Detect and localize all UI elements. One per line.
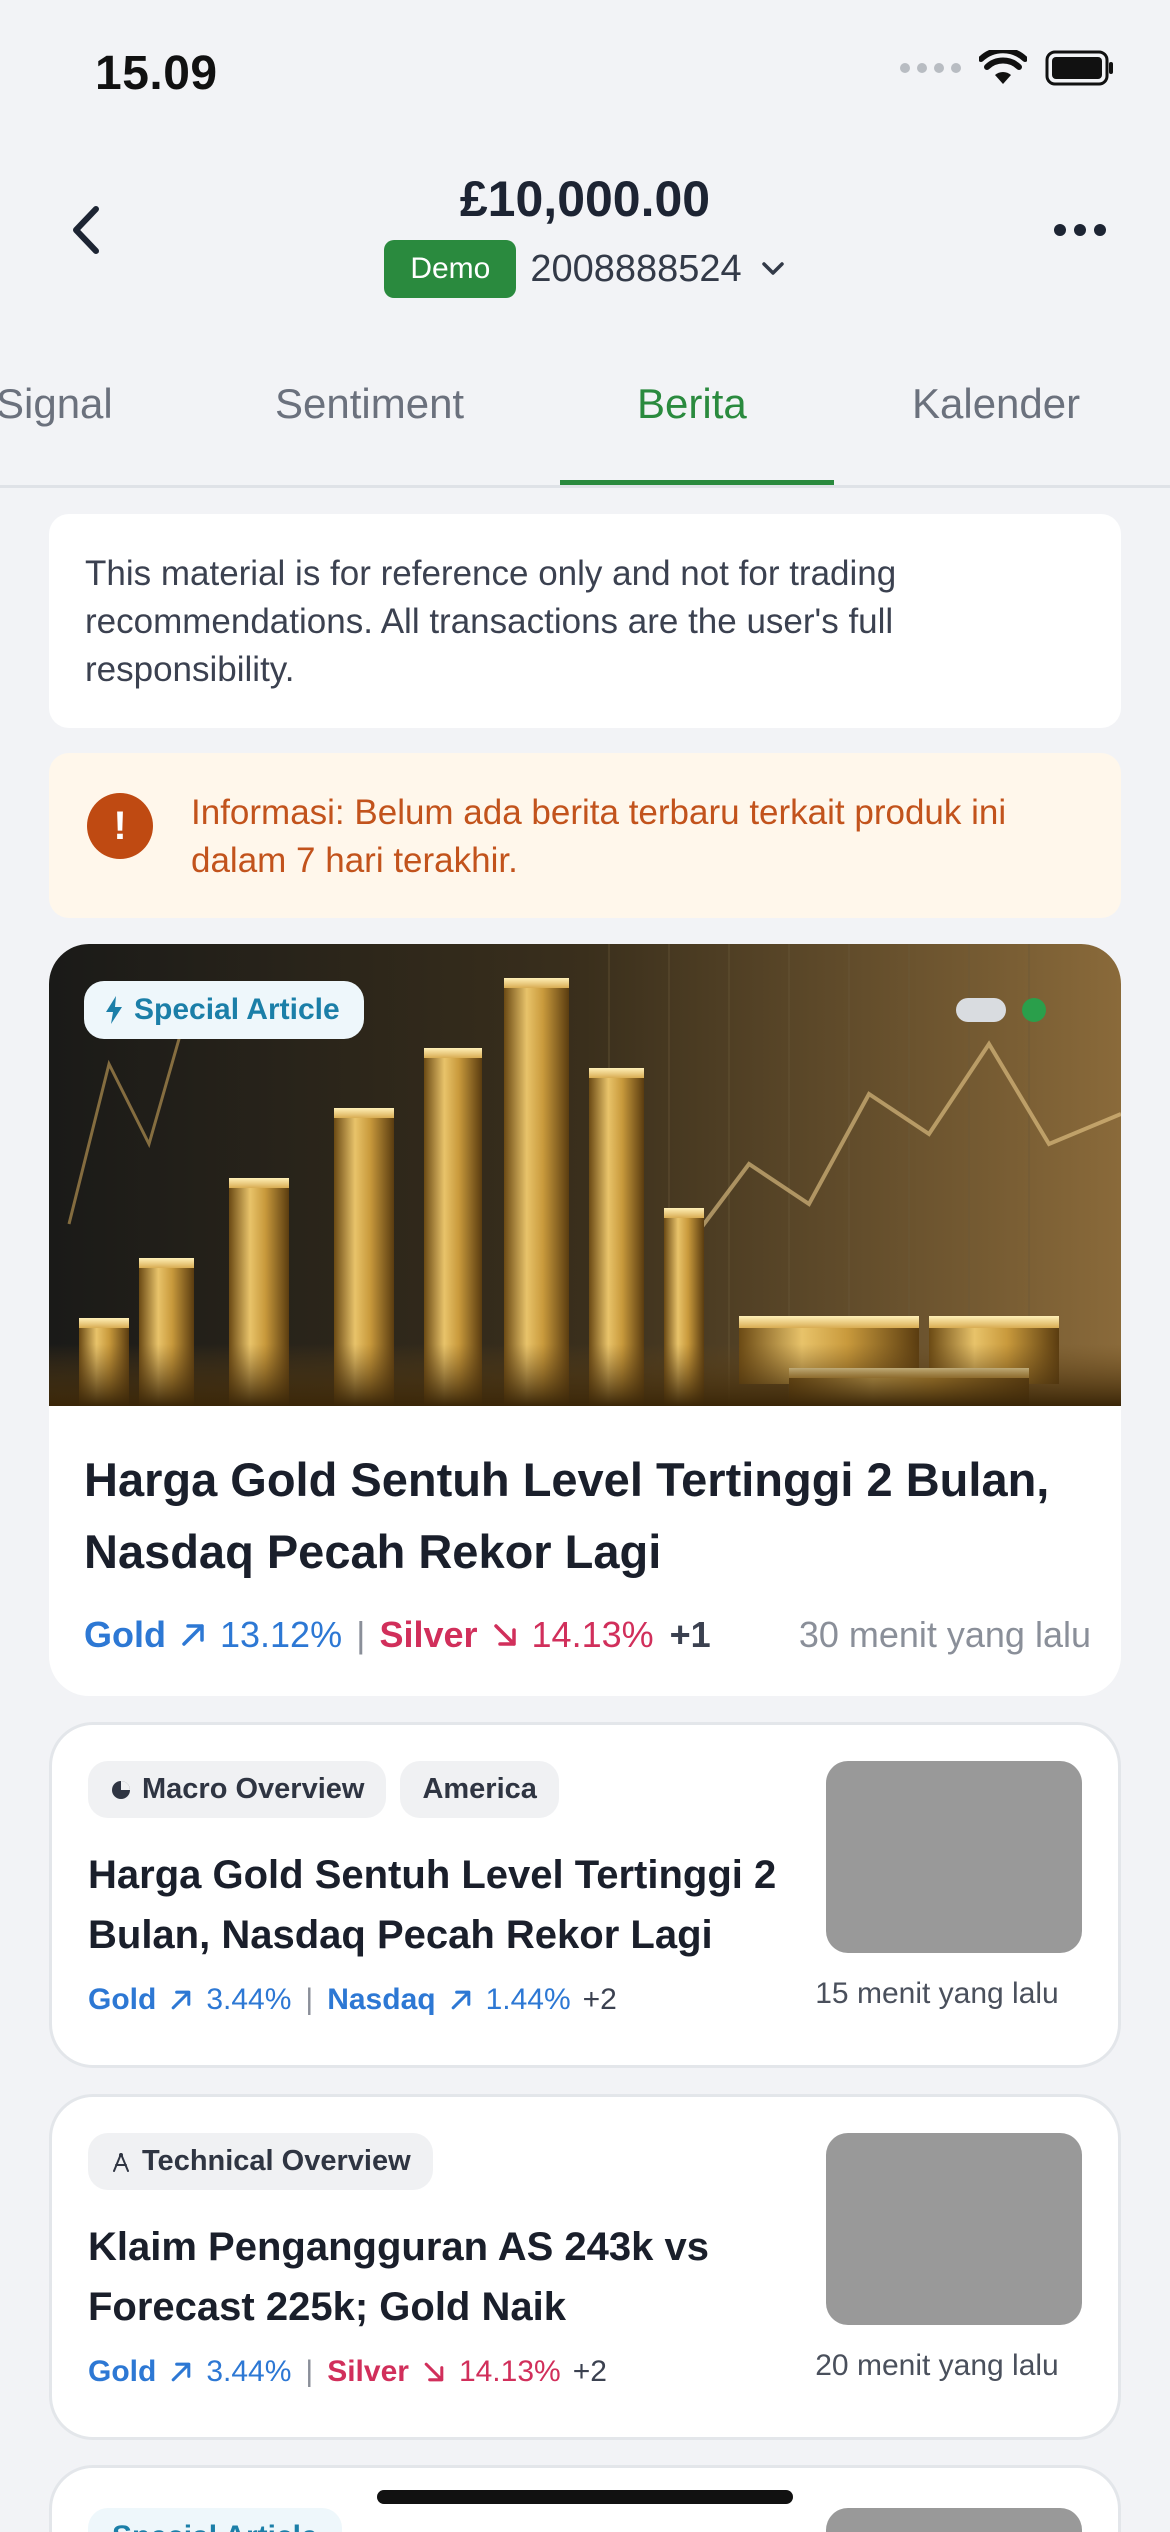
featured-article-card[interactable]: Special Article Harga Gold Sentuh Level … <box>49 944 1121 1696</box>
carousel-dot[interactable] <box>956 998 1006 1022</box>
ticker-name[interactable]: Gold <box>88 1983 156 2017</box>
cellular-signal-icon <box>900 63 961 73</box>
article-ticker-row: Gold 3.44% | Silver 14.13% +2 <box>88 2355 607 2389</box>
arrow-down-right-icon <box>421 2359 447 2385</box>
article-tags: Macro Overview America <box>88 1761 559 1818</box>
ticker-change: 3.44% <box>206 2355 292 2388</box>
tag-label: America <box>422 1773 537 1805</box>
status-icons <box>900 50 1115 86</box>
arrow-down-right-icon <box>490 1620 520 1650</box>
lightning-icon <box>106 996 122 1024</box>
tab-kalender[interactable]: Kalender <box>912 380 1080 428</box>
tag-label: Technical Overview <box>142 2145 411 2177</box>
ticker-name[interactable]: Gold <box>88 2355 156 2389</box>
tag-technical-overview: Technical Overview <box>88 2133 433 2190</box>
ticker-change: 3.44% <box>206 1983 292 2016</box>
disclaimer-box: This material is for reference only and … <box>49 514 1121 728</box>
ticker-name[interactable]: Gold <box>84 1614 166 1656</box>
ticker-change: 1.44% <box>485 1983 571 2016</box>
pie-chart-icon <box>112 1780 130 1799</box>
more-dot <box>1054 224 1066 236</box>
home-indicator[interactable] <box>377 2490 793 2504</box>
article-title: Harga Gold Sentuh Level Tertinggi 2 Bula… <box>88 1853 777 1957</box>
tag-label: Macro Overview <box>142 1773 365 1805</box>
ticker-change: 14.13% <box>531 1614 654 1655</box>
featured-article-time: 30 menit yang lalu <box>798 1614 1091 1655</box>
ticker-separator: | <box>305 1983 314 2016</box>
active-tab-indicator <box>560 480 834 485</box>
article-time: 15 menit yang lalu <box>815 1977 1059 2010</box>
ticker-name[interactable]: Silver <box>379 1614 477 1656</box>
article-ticker-row: Gold 3.44% | Nasdaq 1.44% +2 <box>88 1983 617 2017</box>
tab-bar: Signal Sentiment Berita Kalender <box>0 360 1170 488</box>
ticker-name[interactable]: Silver <box>327 2355 409 2389</box>
news-card[interactable]: Macro Overview America Harga Gold Sentuh… <box>49 1722 1121 2068</box>
more-tickers-count: +2 <box>582 1983 617 2016</box>
more-dot <box>1074 224 1086 236</box>
tag-region: America <box>400 1761 559 1818</box>
more-tickers-count: +1 <box>669 1614 711 1655</box>
carousel-indicator <box>956 998 1046 1022</box>
account-number: 2008888524 <box>530 247 742 290</box>
ticker-change: 13.12% <box>219 1614 343 1655</box>
more-options-button[interactable] <box>1045 205 1115 255</box>
tab-sentiment[interactable]: Sentiment <box>275 380 464 428</box>
article-thumbnail <box>826 2508 1082 2532</box>
chevron-down-icon <box>761 262 784 275</box>
article-thumbnail <box>826 2133 1082 2325</box>
demo-badge: Demo <box>384 240 517 298</box>
account-balance: £10,000.00 <box>459 171 711 227</box>
featured-ticker-row: Gold 13.12% | Silver 14.13% +1 <box>84 1614 711 1656</box>
tag-macro-overview: Macro Overview <box>88 1761 387 1818</box>
featured-article-title: Harga Gold Sentuh Level Tertinggi 2 Bula… <box>84 1453 1050 1578</box>
article-time: 20 menit yang lalu <box>815 2349 1059 2382</box>
account-selector[interactable]: Demo 2008888524 <box>0 240 1170 298</box>
special-article-badge: Special Article <box>88 2508 342 2532</box>
compass-icon <box>113 2152 129 2172</box>
arrow-up-right-icon <box>168 2359 194 2385</box>
arrow-up-right-icon <box>168 1987 194 2013</box>
status-bar: 15.09 <box>0 0 1170 150</box>
ticker-change: 14.13% <box>458 2355 561 2388</box>
ticker-name[interactable]: Nasdaq <box>327 1983 435 2017</box>
tab-signal[interactable]: Signal <box>0 380 113 428</box>
tab-berita[interactable]: Berita <box>637 380 747 428</box>
more-tickers-count: +2 <box>572 2355 607 2388</box>
ticker-separator: | <box>356 1614 366 1655</box>
article-tags: Technical Overview <box>88 2133 433 2190</box>
battery-icon <box>1045 50 1115 86</box>
status-time: 15.09 <box>95 47 218 100</box>
carousel-dot-active[interactable] <box>1022 998 1046 1022</box>
wifi-icon <box>979 50 1027 86</box>
account-header: £10,000.00 Demo 2008888524 <box>0 150 1170 310</box>
arrow-up-right-icon <box>448 1987 474 2013</box>
article-thumbnail <box>826 1761 1082 1953</box>
info-notice: ! Informasi: Belum ada berita terbaru te… <box>49 753 1121 918</box>
more-dot <box>1094 224 1106 236</box>
article-title: Klaim Pengangguran AS 243k vs Forecast 2… <box>88 2225 709 2329</box>
news-card[interactable]: Technical Overview Klaim Pengangguran AS… <box>49 2094 1121 2440</box>
ticker-separator: | <box>305 2355 314 2388</box>
special-article-badge: Special Article <box>84 981 364 1039</box>
alert-icon: ! <box>87 793 153 859</box>
notice-text: Informasi: Belum ada berita terbaru terk… <box>191 793 1007 880</box>
arrow-up-right-icon <box>178 1620 208 1650</box>
special-article-label: Special Article <box>134 993 340 1026</box>
